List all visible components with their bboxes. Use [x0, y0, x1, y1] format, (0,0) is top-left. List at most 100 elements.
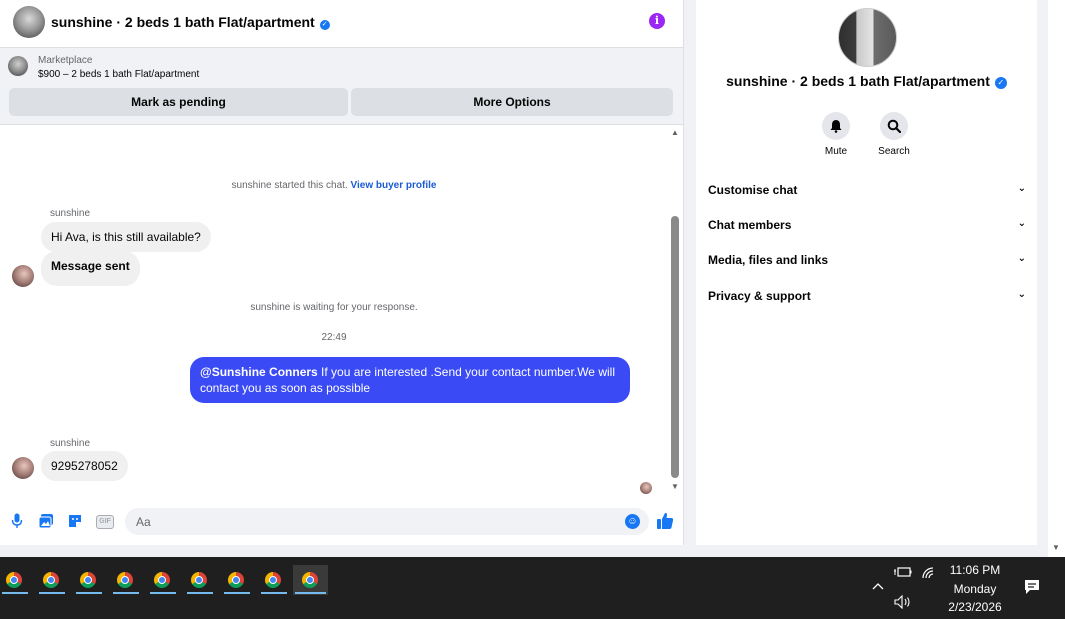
taskbar-chrome-app[interactable] [259, 565, 289, 595]
thumbs-up-icon[interactable] [655, 511, 675, 531]
chevron-down-icon: ⌄ [1017, 183, 1026, 194]
taskbar-chrome-app[interactable] [0, 565, 30, 595]
battery-icon[interactable] [894, 566, 912, 581]
taskbar-chrome-app[interactable] [111, 565, 141, 595]
seen-receipt-avatar [640, 482, 652, 494]
section-label: Privacy & support [708, 289, 811, 303]
scrollbar-thumb[interactable] [671, 216, 679, 478]
message-input[interactable] [125, 508, 649, 535]
clock-time[interactable]: 11:06 PM [930, 563, 1020, 577]
chrome-icon [117, 572, 133, 588]
conversation-info-panel: sunshine · 2 beds 1 bath Flat/apartment ✓… [696, 0, 1037, 545]
chrome-icon [302, 572, 318, 588]
verified-badge-icon: ✓ [994, 77, 1007, 89]
scroll-down-arrow-icon[interactable]: ▼ [670, 482, 680, 491]
chrome-icon [228, 572, 244, 588]
gif-icon[interactable]: GIF [96, 515, 114, 529]
running-indicator [295, 592, 326, 594]
running-indicator [76, 592, 102, 594]
chrome-icon [43, 572, 59, 588]
chat-started-note: sunshine started this chat. View buyer p… [0, 180, 668, 191]
chrome-icon [154, 572, 170, 588]
search-icon[interactable] [880, 112, 908, 140]
info-title: sunshine · 2 beds 1 bath Flat/apartment ✓ [696, 73, 1037, 89]
info-title-text: sunshine · 2 beds 1 bath Flat/apartment [726, 73, 990, 89]
scroll-up-arrow-icon[interactable]: ▲ [670, 128, 680, 137]
conversation-avatar[interactable] [13, 6, 45, 38]
photo-icon[interactable] [38, 513, 54, 529]
taskbar-chrome-app[interactable] [37, 565, 67, 595]
running-indicator [2, 592, 28, 594]
notifications-icon[interactable] [1024, 579, 1040, 598]
info-icon[interactable]: i [649, 13, 665, 29]
volume-icon[interactable] [894, 594, 912, 612]
chat-panel: sunshine · 2 beds 1 bath Flat/apartment ✓… [0, 0, 684, 545]
taskbar-chrome-app[interactable] [74, 565, 104, 595]
time-separator: 22:49 [321, 332, 347, 343]
clock-day[interactable]: Monday [930, 582, 1020, 596]
waiting-note: sunshine is waiting for your response. [250, 302, 418, 313]
chevron-down-icon: ⌄ [1017, 218, 1026, 229]
conversation-title-text: sunshine · 2 beds 1 bath Flat/apartment [51, 14, 315, 30]
mark-as-pending-button[interactable]: Mark as pending [9, 88, 348, 116]
search-action[interactable]: Search [864, 112, 924, 157]
search-label: Search [878, 146, 910, 157]
mute-label: Mute [824, 146, 848, 157]
listing-bar: Marketplace $900 – 2 beds 1 bath Flat/ap… [0, 48, 683, 125]
sender-name: sunshine [50, 208, 91, 219]
verified-badge-icon: ✓ [319, 20, 330, 30]
sticker-icon[interactable] [67, 513, 83, 529]
incoming-message[interactable]: Message sent [41, 251, 140, 286]
section-label: Customise chat [708, 183, 798, 197]
listing-price-title[interactable]: $900 – 2 beds 1 bath Flat/apartment [38, 69, 199, 80]
taskbar-chrome-app-active[interactable] [293, 565, 328, 595]
outgoing-message[interactable]: @Sunshine Conners If you are interested … [190, 357, 630, 403]
chrome-icon [265, 572, 281, 588]
section-privacy-support[interactable]: Privacy & support ⌄ [708, 289, 1026, 309]
taskbar-chrome-app[interactable] [148, 565, 178, 595]
info-avatar[interactable] [838, 8, 897, 67]
section-label: Media, files and links [708, 253, 829, 267]
microphone-icon[interactable] [9, 513, 25, 529]
show-hidden-icons-chevron-icon[interactable] [872, 579, 884, 593]
chrome-icon [191, 572, 207, 588]
sender-avatar[interactable] [12, 457, 34, 479]
taskbar-chrome-app[interactable] [222, 565, 252, 595]
mention-tag[interactable]: @Sunshine Conners [200, 365, 318, 379]
running-indicator [261, 592, 287, 594]
section-chat-members[interactable]: Chat members ⌄ [708, 218, 1026, 238]
chevron-down-icon: ⌄ [1017, 253, 1026, 264]
section-media-files-links[interactable]: Media, files and links ⌄ [708, 253, 1026, 273]
incoming-message[interactable]: Hi Ava, is this still available? [41, 222, 211, 252]
listing-source: Marketplace [38, 55, 93, 66]
bell-icon[interactable] [822, 112, 850, 140]
chat-header: sunshine · 2 beds 1 bath Flat/apartment ✓… [0, 0, 683, 48]
taskbar-chrome-app[interactable] [185, 565, 215, 595]
section-label: Chat members [708, 218, 792, 232]
chrome-icon [80, 572, 96, 588]
sender-avatar[interactable] [12, 265, 34, 287]
incoming-message[interactable]: 9295278052 [41, 451, 128, 481]
running-indicator [224, 592, 250, 594]
more-options-button[interactable]: More Options [351, 88, 673, 116]
sender-name: sunshine [50, 438, 91, 449]
running-indicator [150, 592, 176, 594]
running-indicator [113, 592, 139, 594]
section-customise-chat[interactable]: Customise chat ⌄ [708, 183, 1026, 203]
windows-taskbar [0, 557, 1065, 619]
mute-action[interactable]: Mute [806, 112, 866, 157]
running-indicator [187, 592, 213, 594]
message-list: sunshine started this chat. View buyer p… [0, 125, 668, 497]
page-scroll-down-arrow-icon[interactable]: ▼ [1052, 543, 1060, 552]
running-indicator [39, 592, 65, 594]
view-buyer-profile-link[interactable]: View buyer profile [351, 180, 437, 191]
conversation-title[interactable]: sunshine · 2 beds 1 bath Flat/apartment ✓ [51, 14, 330, 30]
emoji-icon[interactable]: ☺ [625, 514, 640, 529]
message-scrollbar[interactable]: ▲ ▼ [668, 125, 682, 497]
chevron-down-icon: ⌄ [1017, 289, 1026, 300]
chrome-icon [6, 572, 22, 588]
composer-bar: GIF ☺ [0, 503, 683, 541]
page-scrollbar[interactable] [1048, 0, 1065, 557]
clock-date[interactable]: 2/23/2026 [930, 600, 1020, 614]
listing-thumbnail[interactable] [8, 56, 28, 76]
